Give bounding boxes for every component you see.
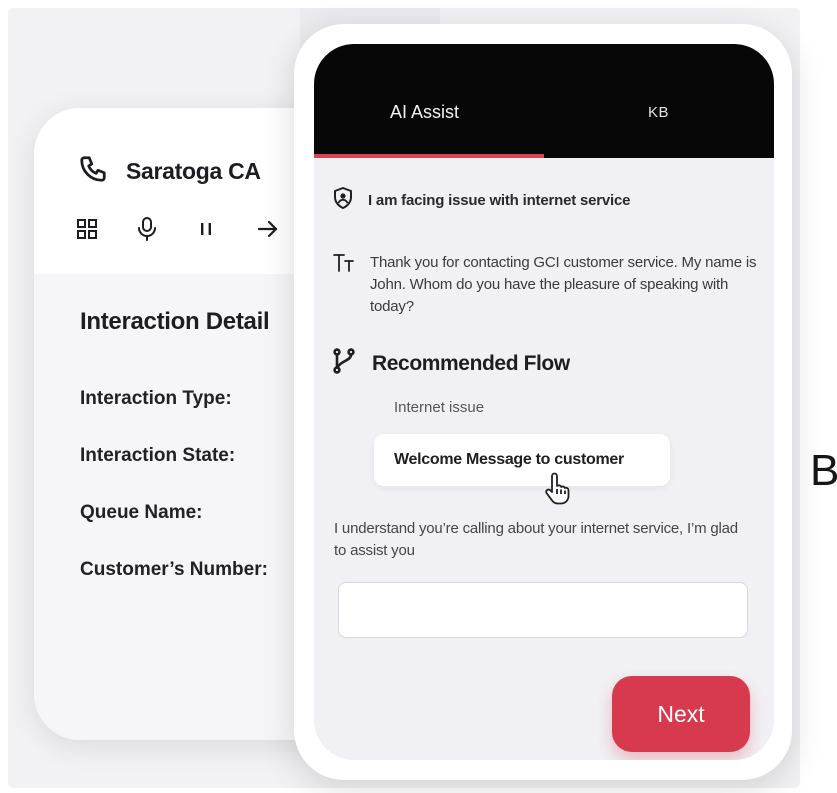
ai-assist-panel: AI Assist KB I am facing issue with inte… (294, 24, 792, 780)
recommended-flow-title: Recommended Flow (372, 351, 570, 375)
flow-branch-icon (332, 348, 356, 379)
tab-ai-assist[interactable]: AI Assist (390, 102, 459, 123)
recommended-flow-header: Recommended Flow (332, 348, 570, 379)
microphone-icon[interactable] (136, 216, 196, 242)
suggested-reply-text: I understand you’re calling about your i… (334, 520, 738, 559)
tab-bar: AI Assist KB (314, 44, 774, 158)
edge-letter: B (810, 446, 837, 495)
tab-kb[interactable]: KB (648, 104, 669, 121)
pause-icon[interactable] (196, 216, 256, 242)
agent-message-text: Thank you for contacting GCI customer se… (370, 254, 757, 315)
next-button[interactable]: Next (612, 676, 750, 752)
call-toolbar (76, 216, 316, 242)
queue-name-label: Queue Name: (80, 502, 203, 523)
active-tab-indicator (314, 154, 544, 158)
agent-message: Thank you for contacting GCI customer se… (332, 252, 760, 318)
customer-message-text: I am facing issue with internet service (368, 192, 631, 209)
text-size-icon (332, 252, 356, 279)
interaction-details-title: Interaction Detail (80, 308, 270, 335)
interaction-state-label: Interaction State: (80, 445, 236, 466)
location-row: Saratoga CA (78, 154, 261, 189)
user-shield-icon (332, 186, 354, 215)
welcome-message-button[interactable]: Welcome Message to customer (374, 434, 670, 486)
location-label: Saratoga CA (126, 158, 261, 184)
grid-icon[interactable] (76, 216, 136, 242)
phone-icon (78, 154, 108, 189)
flow-subtitle: Internet issue (394, 399, 485, 416)
hand-cursor-icon (542, 472, 572, 506)
customer-number-label: Customer’s Number: (80, 559, 268, 580)
customer-message: I am facing issue with internet service (332, 186, 630, 215)
interaction-type-label: Interaction Type: (80, 388, 232, 409)
reply-input[interactable] (338, 582, 748, 638)
assist-screen: AI Assist KB I am facing issue with inte… (314, 44, 774, 760)
